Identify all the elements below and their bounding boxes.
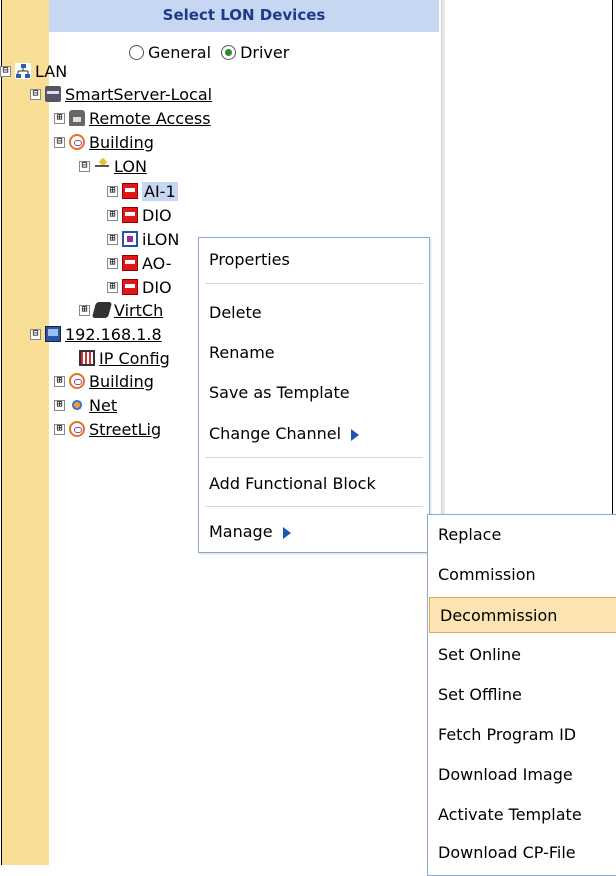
building-icon	[69, 134, 85, 150]
collapse-toggle-icon[interactable]: ⊟	[30, 88, 41, 100]
panel-title: Select LON Devices	[49, 0, 439, 32]
menu-item-manage[interactable]: Manage	[199, 514, 429, 550]
driver-radio[interactable]	[221, 44, 237, 60]
context-menu: Properties Delete Rename Save as Templat…	[198, 237, 430, 553]
expand-toggle-icon[interactable]: ⊞	[107, 281, 118, 293]
device-icon	[122, 183, 138, 199]
ilon-icon	[122, 231, 138, 247]
building-icon	[69, 373, 85, 389]
submenu-arrow-icon	[282, 526, 291, 539]
menu-item-set-offline[interactable]: Set Offline	[428, 677, 616, 713]
expand-toggle-icon[interactable]: ⊞	[54, 375, 65, 387]
building-icon	[69, 421, 85, 437]
tree-node-smartserver[interactable]: ⊟ SmartServer-Local	[30, 83, 212, 105]
tree-node-label[interactable]: VirtCh	[114, 301, 163, 320]
network-icon	[15, 63, 31, 79]
phone-icon	[69, 110, 85, 126]
menu-item-delete[interactable]: Delete	[199, 295, 429, 331]
menu-separator	[205, 457, 423, 458]
expand-toggle-icon[interactable]: ⊞	[54, 112, 65, 124]
tree-node-net[interactable]: ⊞ Net	[54, 394, 117, 416]
computer-icon	[45, 326, 61, 342]
tree-node-ai-1[interactable]: ⊞ AI-1	[107, 180, 178, 202]
tree-node-building-2[interactable]: ⊞ Building	[54, 370, 154, 392]
tree-node-label-selected[interactable]: AI-1	[142, 181, 178, 201]
tree-node-ao[interactable]: ⊞ AO-	[107, 252, 171, 274]
tree-node-label[interactable]: DIO	[142, 206, 172, 225]
menu-item-set-online[interactable]: Set Online	[428, 637, 616, 673]
menu-item-download-image[interactable]: Download Image	[428, 757, 616, 793]
virtual-channel-icon	[91, 302, 113, 318]
menu-item-properties[interactable]: Properties	[199, 242, 429, 278]
tree-node-remote-access[interactable]: ⊞ Remote Access	[54, 107, 211, 129]
collapse-toggle-icon[interactable]: ⊟	[54, 136, 65, 148]
menu-item-save-as-template[interactable]: Save as Template	[199, 375, 429, 411]
expand-toggle-icon[interactable]: ⊞	[54, 399, 65, 411]
device-icon	[122, 207, 138, 223]
tree-node-virtch[interactable]: ⊞ VirtCh	[79, 299, 163, 321]
tree-node-label[interactable]: AO-	[142, 254, 171, 273]
menu-item-decommission[interactable]: Decommission	[429, 597, 616, 633]
expand-toggle-icon[interactable]: ⊞	[107, 185, 118, 197]
menu-item-activate-template[interactable]: Activate Template	[428, 797, 616, 833]
tree-node-label[interactable]: 192.168.1.8	[65, 325, 162, 344]
submenu-arrow-icon	[351, 428, 360, 441]
general-radio-label[interactable]: General	[148, 43, 211, 62]
tree-node-streetlig[interactable]: ⊞ StreetLig	[54, 418, 161, 440]
tree-node-label[interactable]: Building	[89, 372, 154, 391]
tree-node-label[interactable]: LAN	[35, 62, 67, 81]
expand-toggle-icon[interactable]: ⊞	[54, 423, 65, 435]
menu-item-rename[interactable]: Rename	[199, 335, 429, 371]
mode-selector: General Driver	[129, 40, 299, 64]
left-margin-strip	[2, 0, 49, 865]
menu-separator	[205, 506, 423, 507]
collapse-toggle-icon[interactable]: ⊟	[79, 160, 90, 172]
collapse-toggle-icon[interactable]: ⊟	[30, 328, 41, 340]
tree-node-label[interactable]: Building	[89, 133, 154, 152]
menu-item-add-functional-block[interactable]: Add Functional Block	[199, 466, 429, 502]
expand-toggle-icon[interactable]: ⊞	[79, 304, 90, 316]
tree-node-lan[interactable]: ⊟ LAN	[0, 60, 67, 82]
menu-item-download-cp-file[interactable]: Download CP-File	[428, 835, 616, 871]
general-radio[interactable]	[129, 44, 144, 60]
menu-item-replace[interactable]: Replace	[428, 517, 616, 553]
tree-node-label[interactable]: StreetLig	[89, 420, 161, 439]
lon-channel-icon	[94, 158, 110, 174]
device-icon	[122, 255, 138, 271]
expand-toggle-icon[interactable]: ⊞	[107, 233, 118, 245]
net-icon	[69, 397, 85, 413]
tree-node-label[interactable]: IP Config	[99, 349, 170, 368]
tree-node-label[interactable]: LON	[114, 157, 147, 176]
expand-toggle-icon[interactable]: ⊞	[107, 257, 118, 269]
driver-radio-label[interactable]: Driver	[240, 43, 289, 62]
tree-node-ip-config[interactable]: IP Config	[79, 347, 170, 369]
expand-toggle-icon[interactable]: ⊞	[107, 209, 118, 221]
tree-node-label[interactable]: DIO	[142, 278, 172, 297]
tree-node-ip[interactable]: ⊟ 192.168.1.8	[30, 323, 162, 345]
menu-item-commission[interactable]: Commission	[428, 557, 616, 593]
tree-node-label[interactable]: SmartServer-Local	[65, 85, 212, 104]
tree-node-lon[interactable]: ⊟ LON	[79, 155, 147, 177]
tree-node-label[interactable]: Net	[89, 396, 117, 415]
collapse-toggle-icon[interactable]: ⊟	[0, 65, 11, 77]
tree-node-ilon[interactable]: ⊞ iLON	[107, 228, 179, 250]
server-icon	[45, 86, 61, 102]
ip-config-icon	[79, 350, 95, 366]
tree-node-building[interactable]: ⊟ Building	[54, 131, 154, 153]
tree-node-dio-2[interactable]: ⊞ DIO	[107, 276, 172, 298]
tree-node-label[interactable]: iLON	[142, 230, 179, 249]
tree-node-label[interactable]: Remote Access	[89, 109, 211, 128]
manage-submenu: Replace Commission Decommission Set Onli…	[427, 514, 616, 876]
tree-node-dio-1[interactable]: ⊞ DIO	[107, 204, 172, 226]
device-icon	[122, 279, 138, 295]
menu-item-fetch-program-id[interactable]: Fetch Program ID	[428, 717, 616, 753]
menu-separator	[205, 283, 423, 284]
menu-item-change-channel[interactable]: Change Channel	[199, 416, 429, 452]
